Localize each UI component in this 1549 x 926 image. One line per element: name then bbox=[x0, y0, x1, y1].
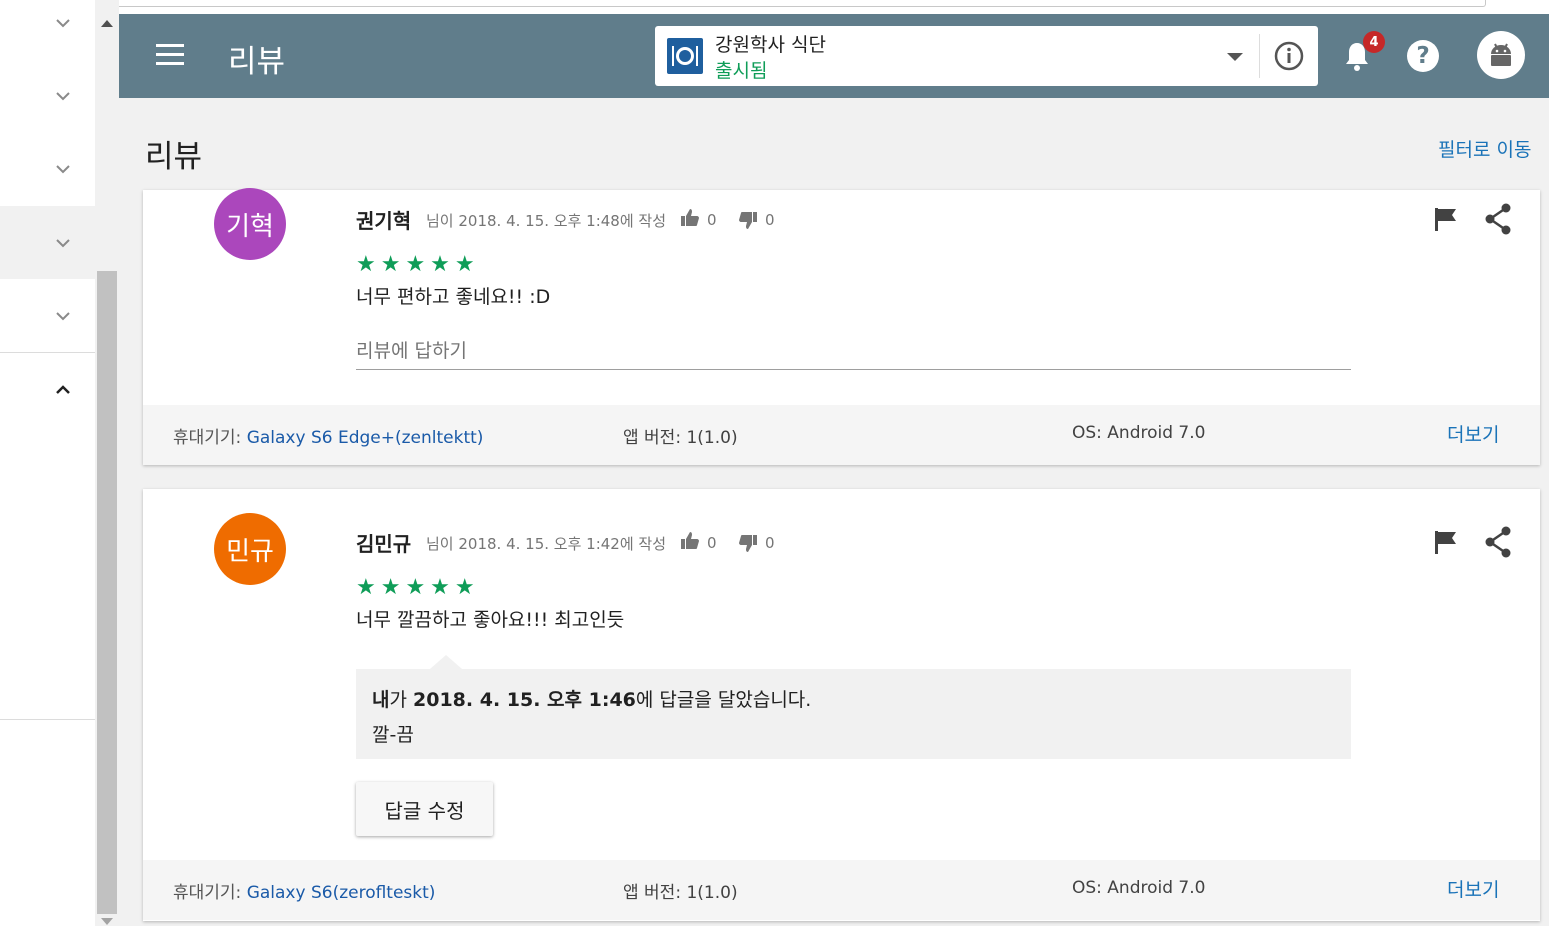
developer-reply-text: 깔-끔 bbox=[372, 724, 414, 746]
dropdown-arrow-icon[interactable] bbox=[1227, 53, 1243, 61]
thumbs-up-icon[interactable] bbox=[680, 531, 700, 551]
flag-icon[interactable] bbox=[1433, 529, 1459, 555]
review-meta: 님이 2018. 4. 15. 오후 1:48에 작성 bbox=[426, 212, 667, 230]
sidebar-row-3[interactable] bbox=[0, 132, 95, 205]
sidebar-row-2[interactable] bbox=[0, 59, 95, 132]
review-text: 너무 편하고 좋네요!! :D bbox=[356, 286, 551, 308]
address-bar-edge bbox=[0, 0, 1486, 7]
device-name[interactable]: Galaxy S6(zeroflteskt) bbox=[247, 883, 436, 903]
dislike-count: 0 bbox=[765, 534, 775, 552]
app-name: 강원학사 식단 bbox=[715, 34, 826, 56]
sidebar-row-6[interactable] bbox=[0, 353, 95, 426]
app-version: 앱 버전: 1(1.0) bbox=[623, 428, 738, 448]
app-icon bbox=[667, 38, 703, 74]
share-icon[interactable] bbox=[1483, 203, 1513, 235]
star-rating: ★★★★★ bbox=[356, 575, 480, 600]
sidebar-row-4[interactable] bbox=[0, 206, 95, 279]
app-version: 앱 버전: 1(1.0) bbox=[623, 883, 738, 903]
device-label: 휴대기기: bbox=[173, 428, 247, 448]
chevron-down-icon bbox=[51, 84, 75, 108]
os-version: OS: Android 7.0 bbox=[1072, 423, 1206, 443]
like-count: 0 bbox=[707, 534, 717, 552]
info-icon[interactable] bbox=[1273, 40, 1305, 72]
app-status: 출시됨 bbox=[715, 60, 768, 82]
reply-suffix: 에 답글을 달았습니다. bbox=[635, 689, 812, 711]
device-info: 휴대기기: Galaxy S6(zeroflteskt) bbox=[173, 878, 435, 903]
hamburger-menu-icon[interactable] bbox=[156, 44, 184, 66]
device-info: 휴대기기: Galaxy S6 Edge+(zenltektt) bbox=[173, 423, 483, 448]
notification-badge: 4 bbox=[1363, 31, 1385, 53]
more-link[interactable]: 더보기 bbox=[1447, 875, 1499, 902]
edit-reply-button[interactable]: 답글 수정 bbox=[356, 782, 493, 836]
reply-author: 내 bbox=[372, 689, 390, 711]
selector-divider bbox=[1259, 34, 1260, 78]
device-name[interactable]: Galaxy S6 Edge+(zenltektt) bbox=[247, 428, 484, 448]
flag-icon[interactable] bbox=[1433, 206, 1459, 232]
thumbs-up-icon[interactable] bbox=[680, 208, 700, 228]
review-author: 권기혁 bbox=[356, 209, 412, 233]
sidebar-row-1[interactable] bbox=[0, 0, 95, 59]
chevron-down-icon bbox=[51, 157, 75, 181]
scroll-down-arrow-icon[interactable] bbox=[101, 918, 113, 925]
review-footer: 휴대기기: Galaxy S6 Edge+(zenltektt) 앱 버전: 1… bbox=[143, 405, 1540, 465]
chevron-up-icon bbox=[51, 378, 75, 402]
app-header: 리뷰 강원학사 식단 출시됨 4 ? bbox=[119, 14, 1549, 98]
android-icon bbox=[1491, 43, 1511, 66]
app-selector[interactable]: 강원학사 식단 출시됨 bbox=[655, 26, 1318, 86]
more-link[interactable]: 더보기 bbox=[1447, 420, 1499, 447]
thumbs-down-icon[interactable] bbox=[738, 533, 758, 553]
chevron-down-icon bbox=[51, 231, 75, 255]
chevron-down-icon bbox=[51, 11, 75, 35]
page-title: 리뷰 bbox=[145, 139, 203, 175]
sidebar-divider bbox=[0, 719, 95, 720]
developer-reply-header: 내가 2018. 4. 15. 오후 1:46에 답글을 달았습니다. bbox=[372, 685, 1335, 712]
chevron-down-icon bbox=[51, 304, 75, 328]
reply-bubble-notch bbox=[430, 655, 462, 669]
reviewer-avatar: 기혁 bbox=[214, 188, 286, 260]
like-count: 0 bbox=[707, 211, 717, 229]
scroll-up-arrow-icon[interactable] bbox=[101, 20, 113, 27]
reply-author-suffix: 가 bbox=[389, 689, 414, 711]
review-footer: 휴대기기: Galaxy S6(zeroflteskt) 앱 버전: 1(1.0… bbox=[143, 860, 1540, 920]
os-version: OS: Android 7.0 bbox=[1072, 878, 1206, 898]
reviewer-avatar: 민규 bbox=[214, 513, 286, 585]
reply-input[interactable]: 리뷰에 답하기 bbox=[356, 330, 1351, 370]
share-icon[interactable] bbox=[1483, 526, 1513, 558]
review-card: 기혁 권기혁 님이 2018. 4. 15. 오후 1:48에 작성 0 0 ★… bbox=[143, 188, 1540, 465]
sidebar-scrollbar[interactable] bbox=[95, 0, 119, 926]
browser-top-strip bbox=[0, 0, 1549, 14]
account-avatar[interactable] bbox=[1477, 31, 1525, 79]
developer-reply: 내가 2018. 4. 15. 오후 1:46에 답글을 달았습니다. 깔-끔 bbox=[356, 669, 1351, 759]
thumbs-down-icon[interactable] bbox=[738, 210, 758, 230]
scrollbar-thumb[interactable] bbox=[97, 271, 117, 914]
dislike-count: 0 bbox=[765, 211, 775, 229]
left-sidebar bbox=[0, 0, 95, 926]
review-text: 너무 깔끔하고 좋아요!!! 최고인듯 bbox=[356, 609, 625, 631]
review-card: 민규 김민규 님이 2018. 4. 15. 오후 1:42에 작성 0 0 ★… bbox=[143, 489, 1540, 921]
header-title: 리뷰 bbox=[228, 44, 286, 79]
help-icon[interactable]: ? bbox=[1407, 40, 1439, 72]
device-label: 휴대기기: bbox=[173, 883, 247, 903]
review-author: 김민규 bbox=[356, 532, 412, 556]
review-meta: 님이 2018. 4. 15. 오후 1:42에 작성 bbox=[426, 535, 667, 553]
sidebar-row-5[interactable] bbox=[0, 279, 95, 352]
go-to-filter-link[interactable]: 필터로 이동 bbox=[1438, 135, 1531, 162]
star-rating: ★★★★★ bbox=[356, 252, 480, 277]
reply-date: 2018. 4. 15. 오후 1:46 bbox=[413, 689, 636, 711]
